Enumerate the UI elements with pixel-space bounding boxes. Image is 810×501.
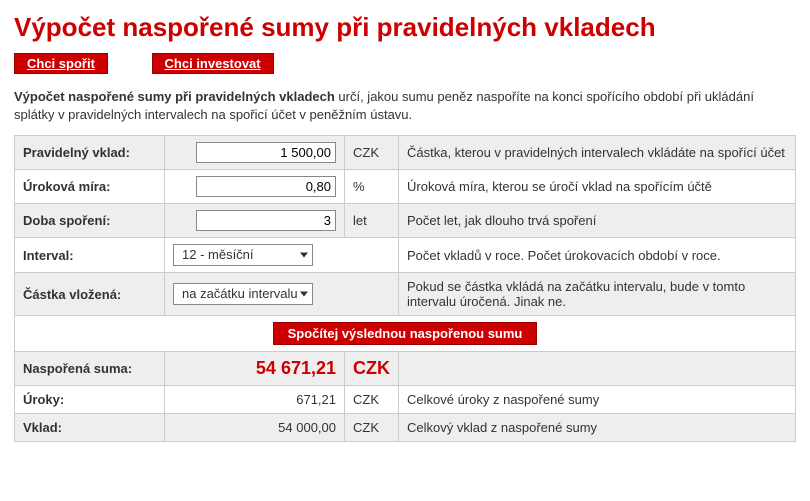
intro-text: Výpočet naspořené sumy při pravidelných …	[14, 88, 796, 123]
duration-unit: let	[345, 204, 399, 238]
rate-desc: Úroková míra, kterou se úročí vklad na s…	[399, 170, 796, 204]
interest-unit: CZK	[345, 386, 399, 414]
interval-select-value: 12 - měsíční	[182, 247, 254, 262]
interest-desc: Celkové úroky z naspořené sumy	[399, 386, 796, 414]
rate-input[interactable]	[196, 176, 336, 197]
timing-label: Částka vložená:	[15, 273, 165, 316]
total-desc	[399, 352, 796, 386]
interval-desc: Počet vkladů v roce. Počet úrokovacích o…	[399, 238, 796, 273]
calculate-button[interactable]: Spočítej výslednou naspořenou sumu	[273, 322, 538, 345]
rate-unit: %	[345, 170, 399, 204]
page-title: Výpočet naspořené sumy při pravidelných …	[14, 12, 796, 43]
deposit-desc: Částka, kterou v pravidelných intervalec…	[399, 136, 796, 170]
row-timing: Částka vložená: na začátku intervalu Pok…	[15, 273, 796, 316]
deposit-unit: CZK	[345, 136, 399, 170]
row-calculate: Spočítej výslednou naspořenou sumu	[15, 316, 796, 352]
interest-value: 671,21	[165, 386, 345, 414]
principal-desc: Celkový vklad z naspořené sumy	[399, 414, 796, 442]
intro-bold: Výpočet naspořené sumy při pravidelných …	[14, 89, 335, 104]
timing-select-value: na začátku intervalu	[182, 286, 298, 301]
deposit-input[interactable]	[196, 142, 336, 163]
row-interval: Interval: 12 - měsíční Počet vkladů v ro…	[15, 238, 796, 273]
row-duration: Doba spoření: let Počet let, jak dlouho …	[15, 204, 796, 238]
total-label: Naspořená suma:	[15, 352, 165, 386]
principal-value: 54 000,00	[165, 414, 345, 442]
total-unit: CZK	[345, 352, 399, 386]
chevron-down-icon	[300, 292, 308, 297]
total-value: 54 671,21	[165, 352, 345, 386]
duration-label: Doba spoření:	[15, 204, 165, 238]
interest-label: Úroky:	[15, 386, 165, 414]
deposit-label: Pravidelný vklad:	[15, 136, 165, 170]
row-result-principal: Vklad: 54 000,00 CZK Celkový vklad z nas…	[15, 414, 796, 442]
duration-input[interactable]	[196, 210, 336, 231]
save-mode-button[interactable]: Chci spořit	[14, 53, 108, 74]
interval-select[interactable]: 12 - měsíční	[173, 244, 313, 266]
rate-label: Úroková míra:	[15, 170, 165, 204]
timing-select[interactable]: na začátku intervalu	[173, 283, 313, 305]
timing-desc: Pokud se částka vkládá na začátku interv…	[399, 273, 796, 316]
row-rate: Úroková míra: % Úroková míra, kterou se …	[15, 170, 796, 204]
duration-desc: Počet let, jak dlouho trvá spoření	[399, 204, 796, 238]
chevron-down-icon	[300, 253, 308, 258]
row-deposit: Pravidelný vklad: CZK Částka, kterou v p…	[15, 136, 796, 170]
invest-mode-button[interactable]: Chci investovat	[152, 53, 274, 74]
principal-label: Vklad:	[15, 414, 165, 442]
principal-unit: CZK	[345, 414, 399, 442]
calculator-table: Pravidelný vklad: CZK Částka, kterou v p…	[14, 135, 796, 442]
row-result-total: Naspořená suma: 54 671,21 CZK	[15, 352, 796, 386]
row-result-interest: Úroky: 671,21 CZK Celkové úroky z naspoř…	[15, 386, 796, 414]
interval-label: Interval:	[15, 238, 165, 273]
mode-buttons: Chci spořit Chci investovat	[14, 53, 796, 74]
